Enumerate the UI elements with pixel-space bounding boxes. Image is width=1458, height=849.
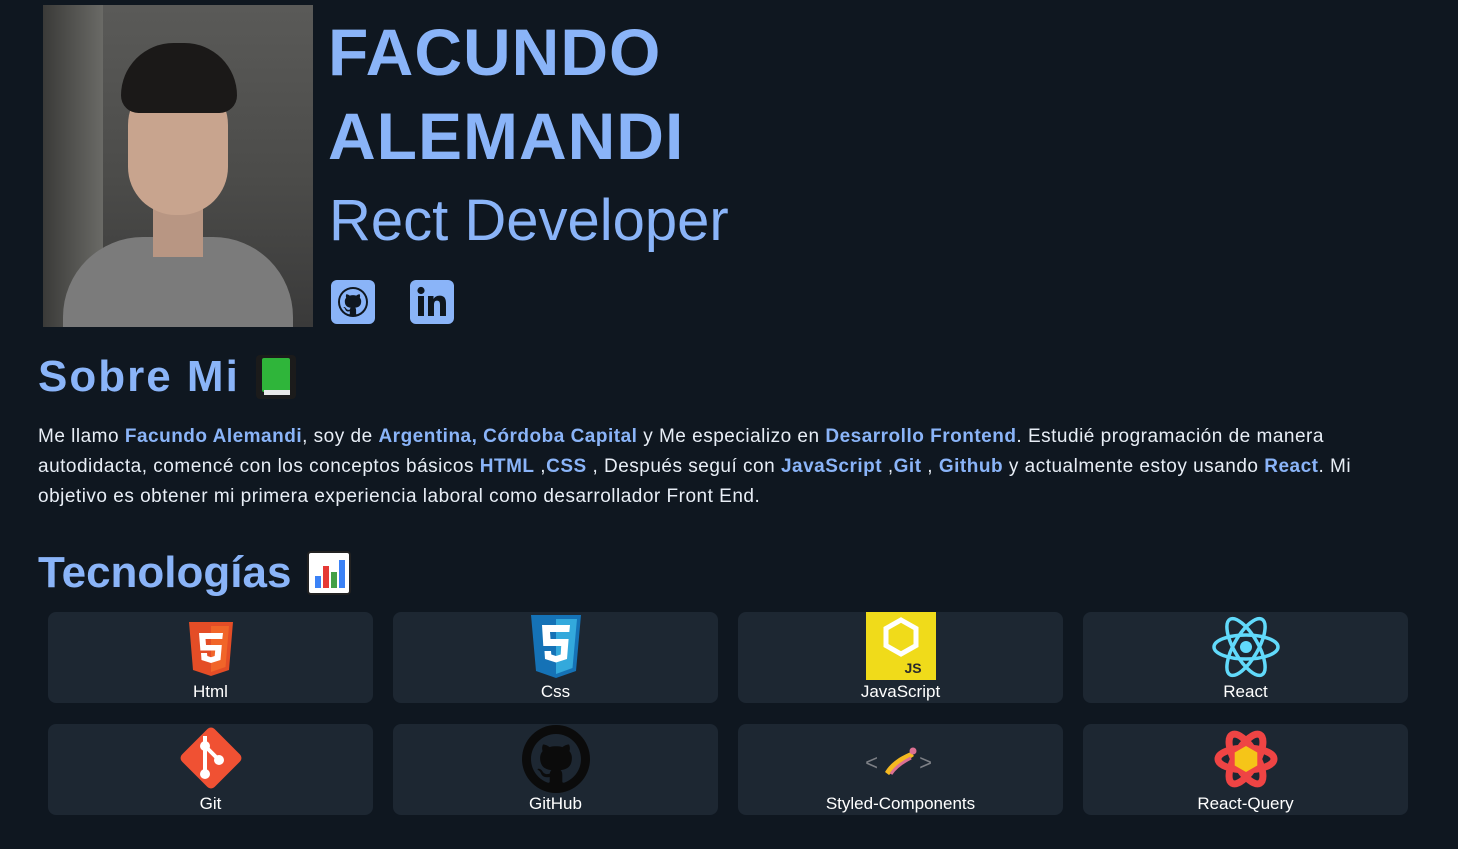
styled-components-icon: < > bbox=[865, 747, 932, 777]
about-highlight-css: CSS bbox=[546, 456, 587, 477]
css3-icon bbox=[530, 615, 581, 678]
about-highlight-git: Git bbox=[893, 456, 922, 477]
tech-card-react-query[interactable]: React-Query bbox=[1083, 724, 1408, 815]
about-highlight-location: Argentina, Córdoba Capital bbox=[378, 426, 638, 447]
tech-card-css[interactable]: Css bbox=[393, 612, 718, 703]
react-query-icon bbox=[1214, 730, 1277, 788]
about-text-6: , Después seguí con bbox=[586, 456, 781, 477]
tech-card-git[interactable]: Git bbox=[48, 724, 373, 815]
about-highlight-javascript: JavaScript bbox=[780, 456, 883, 477]
social-links bbox=[331, 280, 454, 324]
tech-card-javascript[interactable]: JS JavaScript bbox=[738, 612, 1063, 703]
tech-label-javascript: JavaScript bbox=[860, 682, 941, 701]
about-text-3: y Me especializo en bbox=[637, 426, 826, 447]
tech-card-github[interactable]: GitHub bbox=[393, 724, 718, 815]
green-book-icon bbox=[255, 355, 296, 399]
about-heading: Sobre Mi bbox=[38, 352, 296, 402]
tech-heading: Tecnologías bbox=[38, 548, 352, 598]
tech-label-html: Html bbox=[193, 682, 228, 701]
about-text-1: Me llamo bbox=[38, 426, 125, 447]
about-highlight-github: Github bbox=[938, 456, 1004, 477]
about-text-2: , soy de bbox=[302, 426, 379, 447]
tech-title: Tecnologías bbox=[38, 548, 292, 597]
profile-photo bbox=[43, 5, 313, 327]
linkedin-link[interactable] bbox=[410, 280, 454, 324]
github-link[interactable] bbox=[331, 280, 375, 324]
tech-label-styled-components: Styled-Components bbox=[825, 794, 976, 813]
tech-label-react-query: React-Query bbox=[1197, 794, 1294, 813]
svg-text:>: > bbox=[919, 752, 932, 777]
svg-text:JS: JS bbox=[904, 660, 921, 676]
tech-label-github: GitHub bbox=[529, 794, 582, 813]
github-icon bbox=[338, 287, 368, 317]
about-title: Sobre Mi bbox=[38, 352, 240, 401]
svg-text:<: < bbox=[865, 752, 878, 777]
tech-grid: Html Css JS JavaScript React Git GitHub … bbox=[48, 612, 1408, 815]
about-text-8: , bbox=[921, 456, 939, 477]
name-line-2: ALEMANDI bbox=[328, 99, 685, 173]
name-line-1: FACUNDO bbox=[328, 15, 662, 89]
html5-icon bbox=[188, 622, 233, 676]
tech-card-react[interactable]: React bbox=[1083, 612, 1408, 703]
github-icon bbox=[521, 725, 590, 793]
about-text-7: , bbox=[882, 456, 894, 477]
tech-label-react: React bbox=[1223, 682, 1268, 701]
tech-card-styled-components[interactable]: < > Styled-Components bbox=[738, 724, 1063, 815]
about-highlight-react: React bbox=[1264, 456, 1319, 477]
about-highlight-html: HTML bbox=[479, 456, 535, 477]
about-paragraph: Me llamo Facundo Alemandi, soy de Argent… bbox=[38, 422, 1418, 512]
about-text-5: , bbox=[534, 456, 547, 477]
profile-role: Rect Developer bbox=[329, 188, 729, 253]
profile-name: FACUNDO ALEMANDI bbox=[328, 10, 684, 178]
about-highlight-specialty: Desarrollo Frontend bbox=[825, 426, 1017, 447]
about-highlight-name: Facundo Alemandi bbox=[124, 426, 303, 447]
tech-card-html[interactable]: Html bbox=[48, 612, 373, 703]
git-icon bbox=[180, 727, 241, 789]
linkedin-icon bbox=[417, 286, 446, 316]
about-text-9: y actualmente estoy usando bbox=[1003, 456, 1265, 477]
javascript-icon: JS bbox=[865, 612, 936, 680]
tech-label-css: Css bbox=[540, 682, 571, 701]
react-icon bbox=[1211, 616, 1280, 678]
bar-chart-icon bbox=[307, 551, 352, 595]
tech-label-git: Git bbox=[199, 794, 222, 813]
